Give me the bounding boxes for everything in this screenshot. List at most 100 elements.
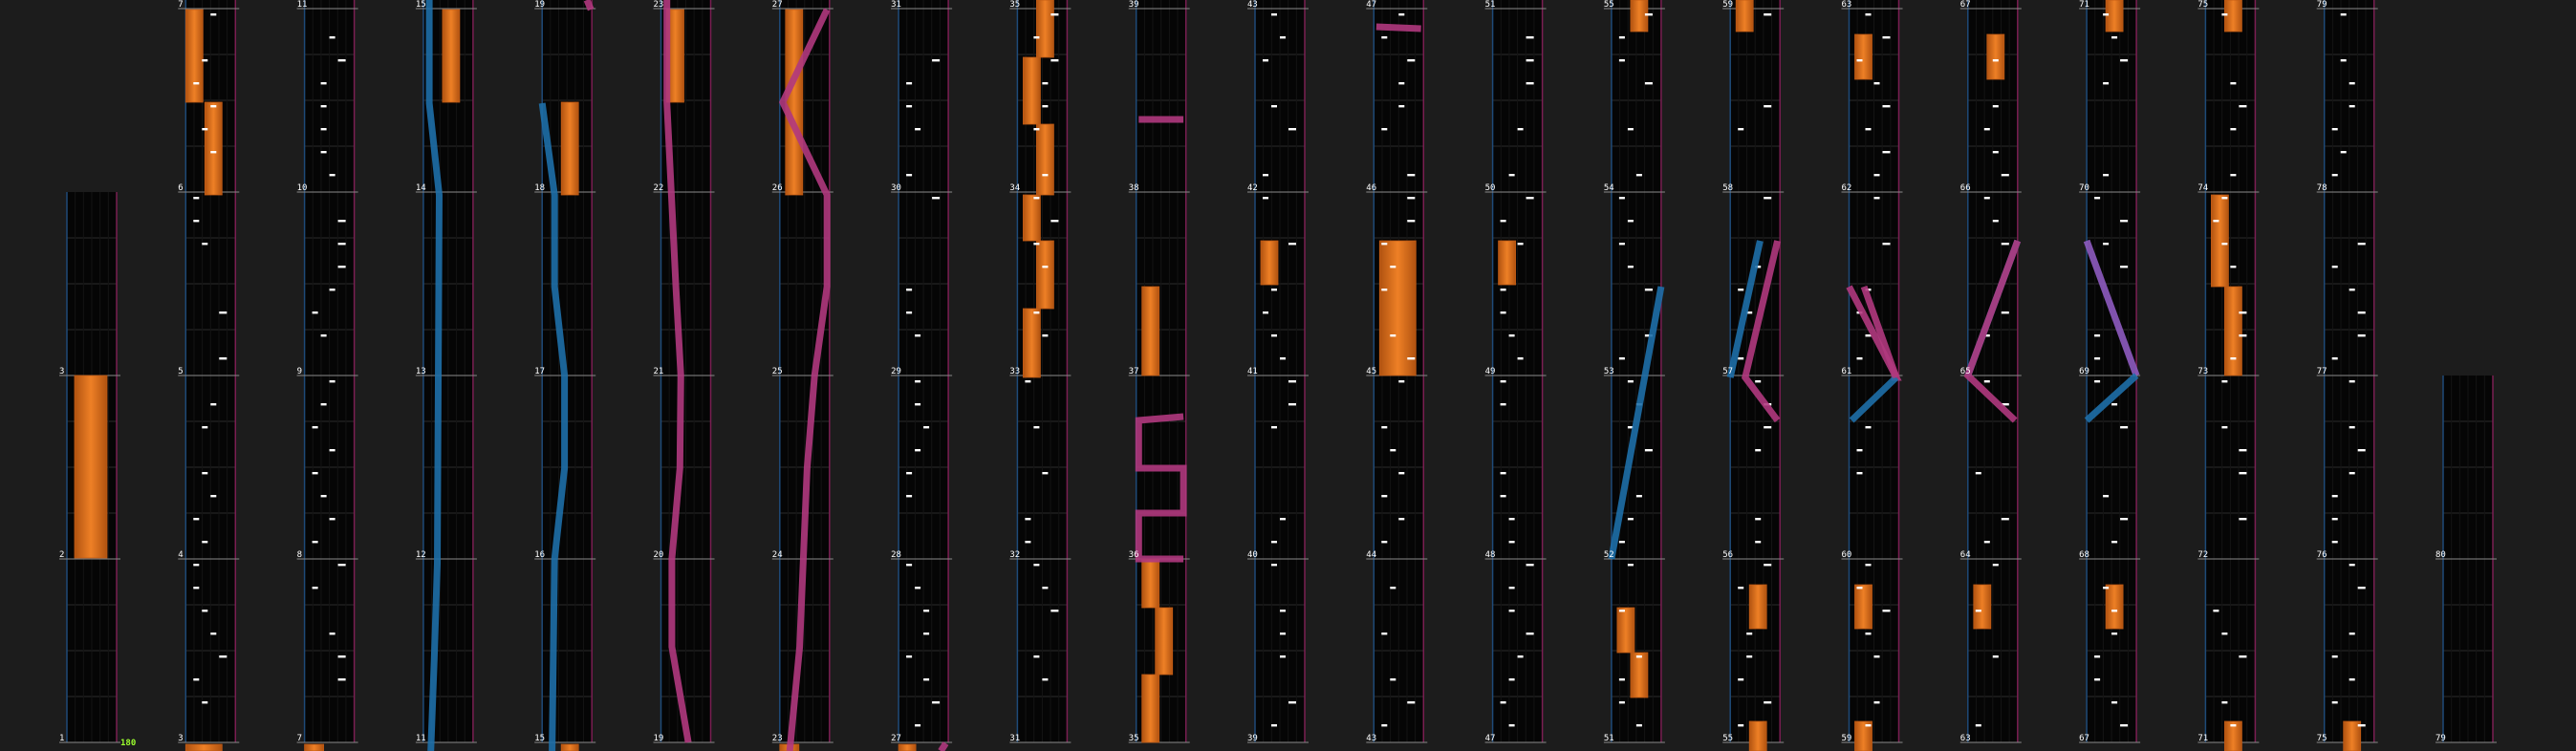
measure-number: 60: [1842, 550, 1852, 560]
long-note: [1023, 56, 1041, 125]
chip-note: [906, 82, 913, 85]
chip-note: [2120, 518, 2129, 521]
measure-number: 11: [297, 0, 308, 10]
chip-note: [2103, 243, 2110, 246]
chip-note: [320, 151, 327, 154]
chip-note: [1381, 426, 1388, 429]
chart-editor-canvas[interactable]: 1233456778910111112131415151617181919202…: [0, 0, 2576, 751]
chip-note: [1500, 380, 1506, 383]
measure-number: 41: [1247, 367, 1258, 376]
chip-note: [1635, 174, 1642, 177]
chip-note: [1050, 610, 1059, 612]
chip-note: [1271, 564, 1277, 567]
chip-note: [2103, 174, 2110, 177]
chip-note: [2357, 724, 2366, 727]
chip-note: [1983, 380, 1990, 383]
chip-note: [915, 724, 921, 727]
measure-number: 3: [59, 367, 64, 376]
chip-note: [1381, 289, 1388, 291]
chip-note: [2331, 518, 2338, 521]
chip-note: [1873, 197, 1880, 200]
long-note: [898, 743, 917, 751]
chip-note: [2230, 357, 2237, 360]
long-note: [1748, 720, 1767, 751]
chip-note: [210, 151, 217, 154]
chip-note: [906, 174, 913, 177]
chip-note: [1263, 174, 1268, 177]
chip-note: [210, 633, 217, 635]
chip-note: [1500, 220, 1506, 223]
chip-note: [2103, 587, 2110, 590]
chip-note: [1882, 151, 1891, 154]
chip-note: [1764, 701, 1772, 704]
chip-note: [932, 197, 941, 200]
chip-note: [2331, 495, 2338, 498]
chip-note: [1042, 266, 1049, 268]
chip-note: [1263, 59, 1268, 62]
chip-note: [1042, 174, 1049, 177]
measure-number: 51: [1485, 0, 1496, 10]
long-note: [304, 743, 325, 751]
chip-note: [2111, 610, 2118, 612]
chip-note: [1764, 564, 1772, 567]
chip-note: [1508, 334, 1515, 337]
measure-number: 40: [1247, 550, 1258, 560]
chip-note: [1618, 197, 1625, 200]
chip-note: [202, 426, 208, 429]
chip-note: [1407, 197, 1416, 200]
measure-number: 17: [534, 367, 545, 376]
chip-note: [1865, 128, 1872, 131]
chip-note: [2349, 472, 2355, 475]
measure-number: 20: [654, 550, 664, 560]
chip-note: [1627, 128, 1634, 131]
measure-number: 66: [1960, 183, 1971, 193]
chip-note: [312, 472, 318, 475]
chip-note: [1856, 472, 1863, 475]
chip-note: [1271, 13, 1277, 16]
measure-number: 46: [1366, 183, 1376, 193]
measure-number: 43: [1366, 734, 1376, 743]
measure-number: 5: [178, 367, 183, 376]
chip-note: [1390, 587, 1396, 590]
chip-note: [923, 633, 930, 635]
chip-note: [1508, 541, 1515, 544]
chip-note: [1992, 151, 1999, 154]
chip-note: [1033, 128, 1040, 131]
chip-note: [337, 220, 346, 223]
chip-note: [2230, 724, 2237, 727]
measure-number: 15: [534, 734, 545, 743]
chip-note: [1627, 380, 1634, 383]
chip-note: [1738, 587, 1744, 590]
chip-note: [1856, 449, 1863, 452]
chip-note: [1280, 36, 1286, 39]
measure-number: 61: [1842, 367, 1852, 376]
chip-note: [329, 380, 336, 383]
chip-note: [1500, 701, 1506, 704]
chip-note: [1526, 82, 1534, 85]
chip-note: [329, 518, 336, 521]
chip-note: [210, 495, 217, 498]
chip-note: [1050, 13, 1059, 16]
measure-number: 31: [1009, 734, 1020, 743]
chip-note: [2239, 334, 2247, 337]
chip-note: [1618, 701, 1625, 704]
chip-note: [1263, 197, 1268, 200]
chip-note: [1517, 128, 1524, 131]
long-note: [1036, 123, 1054, 196]
chip-note: [2221, 426, 2228, 429]
measure-number: 63: [1960, 734, 1971, 743]
measure-number: 75: [2317, 734, 2327, 743]
measure-number: 19: [654, 734, 664, 743]
chip-note: [906, 105, 913, 108]
chip-note: [1526, 564, 1534, 567]
measure-number: 52: [1604, 550, 1614, 560]
long-note: [204, 101, 223, 196]
chip-note: [193, 518, 200, 521]
chip-note: [1992, 59, 1999, 62]
chip-note: [2357, 243, 2366, 246]
chip-note: [915, 334, 921, 337]
measure-number: 34: [1009, 183, 1020, 193]
measure-number: 3: [178, 734, 183, 743]
chip-note: [202, 541, 208, 544]
chip-note: [320, 105, 327, 108]
